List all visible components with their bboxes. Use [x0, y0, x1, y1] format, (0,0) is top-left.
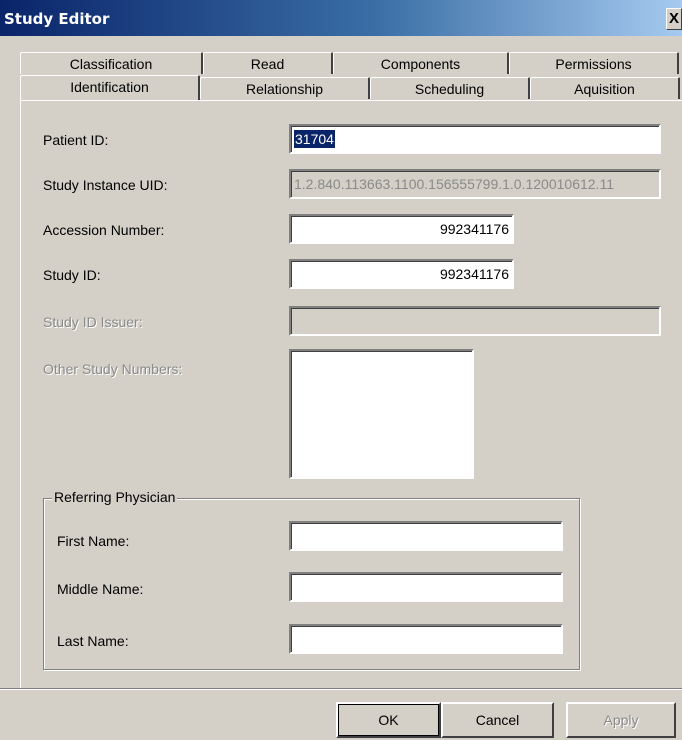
tab-components[interactable]: Components	[333, 52, 509, 74]
study-id-input[interactable]: 992341176	[289, 259, 514, 289]
first-name-input[interactable]	[289, 521, 563, 551]
last-name-input[interactable]	[289, 624, 563, 654]
panel-divider	[0, 688, 682, 690]
other-study-numbers-label: Other Study Numbers:	[43, 361, 183, 377]
tab-permissions[interactable]: Permissions	[509, 52, 679, 74]
tab-relationship[interactable]: Relationship	[200, 77, 370, 99]
first-name-label: First Name:	[57, 533, 130, 549]
cancel-button[interactable]: Cancel	[441, 702, 554, 738]
study-id-label: Study ID:	[43, 267, 101, 283]
middle-name-input[interactable]	[289, 572, 563, 602]
tab-classification[interactable]: Classification	[20, 52, 203, 74]
middle-name-label: Middle Name:	[57, 581, 144, 597]
tab-row-back: Classification Read Components Permissio…	[20, 52, 682, 75]
accession-number-input[interactable]: 992341176	[289, 214, 514, 244]
close-button[interactable]: X	[666, 8, 682, 30]
patient-id-input[interactable]: 31704	[289, 124, 661, 154]
tab-scheduling[interactable]: Scheduling	[370, 77, 530, 99]
close-icon: X	[668, 10, 679, 27]
study-instance-uid-field[interactable]: 1.2.840.113663.1100.156555799.1.0.120010…	[289, 169, 661, 199]
window-title: Study Editor	[4, 10, 110, 28]
referring-physician-legend: Referring Physician	[52, 489, 178, 505]
accession-number-label: Accession Number:	[43, 222, 165, 238]
tab-row-front: Identification Relationship Scheduling A…	[20, 75, 682, 100]
study-instance-uid-label: Study Instance UID:	[43, 177, 168, 193]
patient-id-label: Patient ID:	[43, 132, 109, 148]
study-id-issuer-field[interactable]	[289, 306, 661, 336]
last-name-label: Last Name:	[57, 633, 129, 649]
other-study-numbers-list[interactable]	[289, 349, 474, 479]
tab-aquisition[interactable]: Aquisition	[530, 77, 680, 99]
tab-read[interactable]: Read	[203, 52, 333, 74]
study-id-issuer-label: Study ID Issuer:	[43, 314, 143, 330]
ok-button[interactable]: OK	[336, 702, 441, 738]
apply-button[interactable]: Apply	[566, 702, 676, 738]
tab-identification[interactable]: Identification	[20, 75, 200, 100]
title-bar[interactable]: Study Editor X	[0, 0, 682, 36]
patient-id-value: 31704	[294, 130, 335, 148]
